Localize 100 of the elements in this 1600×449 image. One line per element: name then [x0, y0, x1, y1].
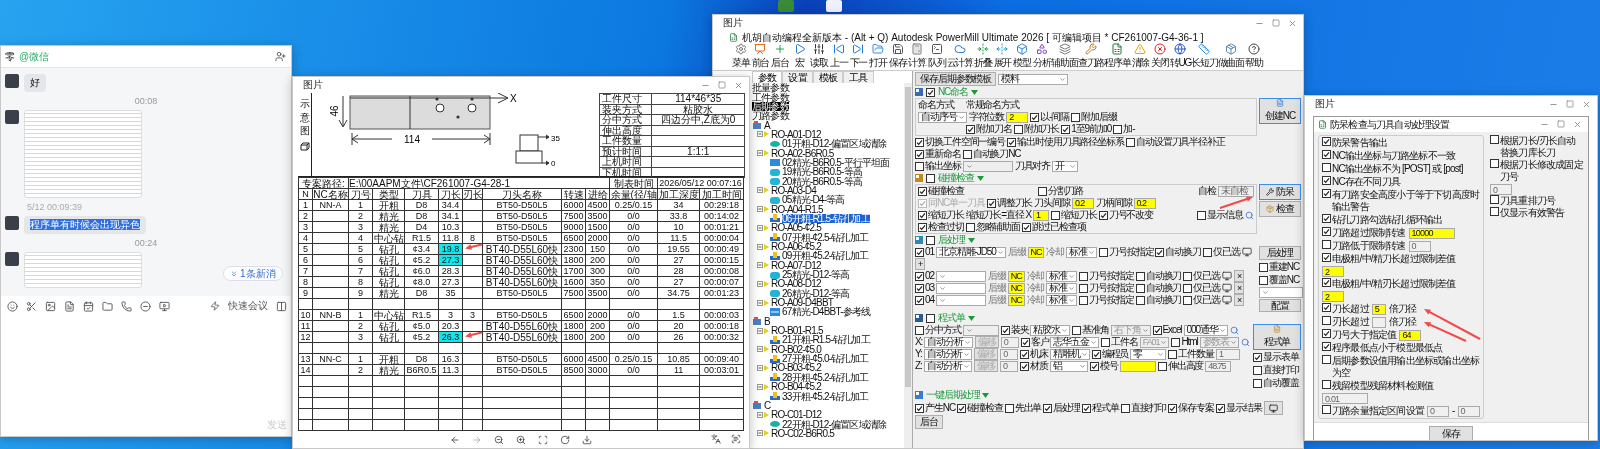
input-field[interactable]: 2	[1006, 111, 1029, 123]
dropdown[interactable]: 精雕机	[1049, 348, 1090, 360]
toolbar-button[interactable]: 展开	[992, 43, 1013, 70]
dropdown[interactable]: 自动分析	[923, 360, 973, 372]
tree-item[interactable]: RO-A09-D4BBT	[771, 298, 834, 308]
input-field[interactable]: 0	[1000, 360, 1019, 372]
input-field[interactable]: 2	[1322, 266, 1344, 277]
dropdown[interactable]: 零	[1130, 348, 1167, 360]
tree-item[interactable]: RO-B01-R1.5	[771, 326, 823, 336]
tree-item[interactable]: 26精光-D12-等高	[782, 288, 850, 298]
tree-item[interactable]: RO-B04-¢5.2	[771, 382, 822, 392]
tree-item[interactable]: 33开粗-¢5.2-钻孔加工	[782, 391, 869, 401]
dropdown[interactable]: 志华五金	[1050, 336, 1100, 348]
tab[interactable]: 设置	[782, 71, 813, 83]
toolbar-button[interactable]: 保存	[887, 43, 908, 70]
parameter-item[interactable]: 刀路参数	[752, 111, 789, 121]
dropdown[interactable]: 铝	[1049, 360, 1088, 372]
input-field[interactable]: 5	[1371, 303, 1386, 315]
foolproof-button[interactable]: 防呆	[1259, 184, 1301, 200]
row-action-button[interactable]: +	[915, 258, 926, 270]
input-field[interactable]: 0	[1408, 240, 1431, 252]
toolbar-button[interactable]: 模型	[1012, 43, 1032, 70]
toolbar-button[interactable]: 分析	[1031, 43, 1052, 70]
toolbar-button[interactable]: 宏	[789, 43, 810, 70]
tree-item[interactable]: 19精光-B6R0.5-等高	[782, 167, 862, 177]
toolbar-button[interactable]: 云计算	[946, 43, 973, 70]
post-process-button[interactable]: 后处理	[1259, 246, 1301, 260]
toolbar-button[interactable]: 辅助面	[1051, 43, 1078, 70]
tree-item[interactable]: 21开粗-R1.5-钻孔加工	[782, 335, 870, 345]
input-field[interactable]: 0.2	[1071, 197, 1094, 209]
toolbar-button[interactable]: 清除	[1130, 43, 1151, 70]
toolbar-button[interactable]: 折叠	[972, 43, 993, 70]
check-button[interactable]: 检查	[1259, 201, 1301, 217]
save-template-button[interactable]: 保存后期参数模板	[915, 72, 997, 86]
toolbar-button[interactable]: 队列	[926, 43, 947, 70]
tree-item[interactable]: RO-A02-B6R0.5	[771, 148, 834, 158]
toolbar-button[interactable]: 菜单	[731, 43, 751, 70]
dropdown[interactable]: 标准	[1046, 270, 1078, 282]
input-field[interactable]: 1	[1215, 348, 1240, 360]
row-action-button[interactable]: ×	[1234, 294, 1245, 306]
tree-item[interactable]: 06开粗-R1.5-钻孔加工	[782, 214, 870, 223]
input-field[interactable]: 0	[1490, 184, 1512, 195]
toolbar-button[interactable]: 读取	[809, 43, 829, 70]
toolbar-button[interactable]: 帮助	[1243, 43, 1264, 70]
program-sheet-button[interactable]: 程式单	[1253, 324, 1301, 350]
save-button[interactable]: 保存	[1428, 426, 1474, 440]
tree-item[interactable]: RO-A06-¢5.2	[771, 242, 822, 251]
input-field[interactable]: 0	[1000, 348, 1019, 360]
input-field[interactable]: 0	[1457, 405, 1480, 417]
input-field[interactable]: NC	[1027, 246, 1045, 258]
tab[interactable]: 模板	[812, 71, 844, 83]
tree-item[interactable]: A	[764, 120, 770, 130]
tree-item[interactable]: RO-B02-¢5.0	[771, 344, 822, 354]
dropdown[interactable]: 000通华	[1183, 324, 1228, 336]
input-field[interactable]: 2	[1322, 291, 1344, 302]
toolbar-button[interactable]: 做曲面	[1217, 43, 1244, 70]
create-nc-button[interactable]: 创建NC	[1259, 98, 1301, 124]
toolbar-button[interactable]: 后台	[770, 43, 790, 70]
input-field[interactable]: NC	[1007, 282, 1025, 294]
toolbar-button[interactable]: 上一	[828, 43, 849, 70]
input-field[interactable]: 0	[1000, 336, 1019, 348]
tree-item[interactable]: 25精光-D12-等高	[782, 270, 850, 280]
tree-item[interactable]: 09开粗-¢5.2-钻孔加工	[782, 251, 869, 261]
tree-item[interactable]: RO-A08-D12	[771, 279, 821, 289]
input-field[interactable]: 0.2	[1133, 197, 1156, 209]
toolbar-button[interactable]: 转UG	[1169, 43, 1192, 70]
input-field[interactable]: 64	[1399, 329, 1422, 341]
toolbar-button[interactable]: 关闭	[1150, 43, 1170, 70]
tree-item[interactable]: RO-A03-D4	[771, 185, 817, 195]
toolbar-button[interactable]: 下一	[848, 43, 869, 70]
tree-item[interactable]: 02精光-B6R0.5-平行平坦面	[782, 157, 890, 167]
tree-item[interactable]: RO-A07-D12	[771, 260, 821, 270]
config-button[interactable]: 配置	[1259, 299, 1301, 312]
dropdown[interactable]: 自动分析	[923, 348, 973, 360]
toolbar-button[interactable]: 程序单	[1104, 43, 1131, 70]
input-field[interactable]: 10000	[1408, 227, 1455, 239]
tree-item[interactable]: 07开粗-¢2.5-钻孔加工	[782, 232, 869, 242]
parameter-item[interactable]: 工件参数	[752, 92, 789, 102]
input-field[interactable]: 1	[1033, 209, 1049, 221]
input-field[interactable]: 0.01	[1322, 393, 1368, 404]
parameter-item[interactable]: 后期参数	[752, 101, 789, 111]
dropdown[interactable]: 北京精雕-JD50	[935, 246, 1006, 258]
tree-item[interactable]: 05精光-D4-等高	[782, 195, 845, 205]
parameter-item[interactable]: 批量参数	[752, 83, 789, 93]
tree-item[interactable]: 28开粗-¢5.2-钻孔加工	[782, 372, 869, 382]
dropdown[interactable]: 开	[1052, 160, 1079, 172]
toolbar-button[interactable]: 查刀路	[1077, 43, 1105, 70]
toolbar-button[interactable]: 打开	[868, 43, 888, 70]
background-run-button[interactable]: 后台	[915, 415, 943, 429]
tree-item[interactable]: B	[764, 316, 770, 326]
toolbar-button[interactable]: 前台	[750, 43, 771, 70]
tree-item[interactable]: RO-A05-¢2.5	[771, 223, 822, 233]
input-field[interactable]: NC	[1007, 294, 1025, 306]
tree-item[interactable]: 20精光-B6R0.5-等高	[782, 176, 862, 186]
dropdown[interactable]: 模料	[998, 73, 1069, 85]
dropdown[interactable]: 标准	[1046, 282, 1078, 294]
new-message-button[interactable]: 1条新消	[223, 266, 283, 281]
toolbar-button[interactable]: 计算	[907, 43, 927, 70]
dropdown[interactable]: 自动序号	[918, 111, 967, 123]
tab[interactable]: 工具	[843, 71, 874, 83]
